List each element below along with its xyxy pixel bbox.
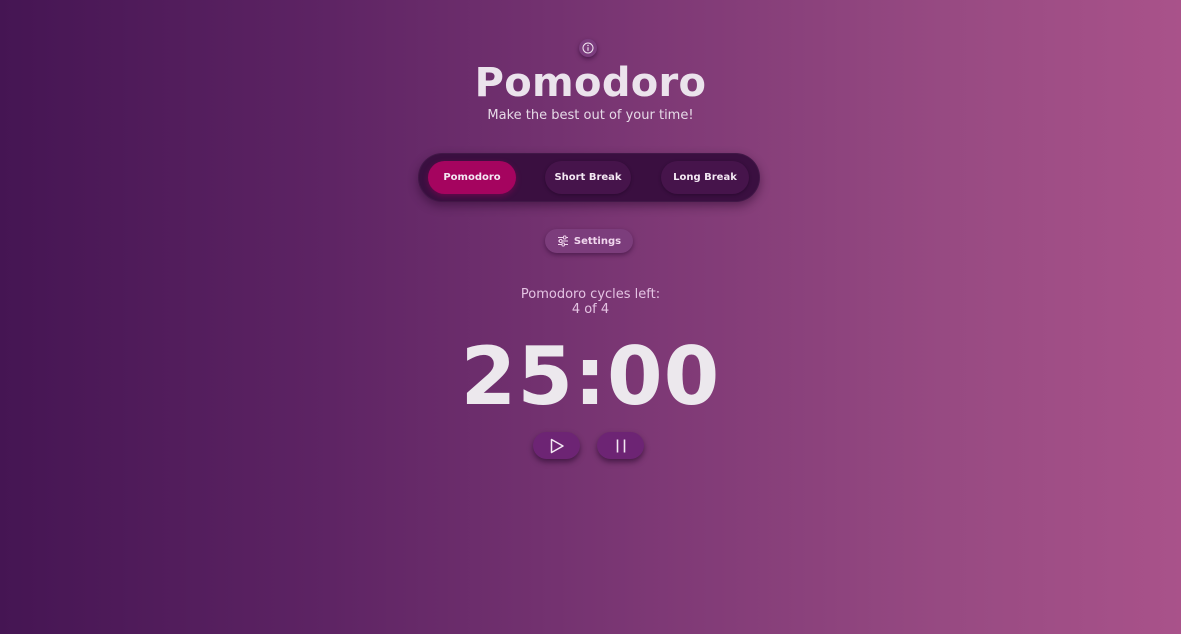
play-button[interactable] bbox=[533, 432, 580, 459]
mode-long-break-button[interactable]: Long Break bbox=[661, 161, 749, 194]
settings-label: Settings bbox=[573, 235, 622, 247]
cycles-label: Pomodoro cycles left: bbox=[520, 287, 661, 302]
mode-short-break-button[interactable]: Short Break bbox=[545, 161, 631, 194]
sliders-icon bbox=[557, 235, 568, 247]
pause-button[interactable] bbox=[597, 432, 644, 459]
mode-pomodoro-button[interactable]: Pomodoro bbox=[428, 161, 516, 194]
info-icon bbox=[582, 42, 594, 54]
settings-button[interactable]: Settings bbox=[545, 229, 633, 253]
app-subtitle: Make the best out of your time! bbox=[487, 108, 694, 123]
mode-selector: Pomodoro Short Break Long Break bbox=[418, 153, 760, 202]
app-title: Pomodoro bbox=[474, 60, 707, 106]
play-icon bbox=[550, 438, 564, 453]
cycles-count: 4 of 4 bbox=[571, 302, 610, 317]
info-button[interactable] bbox=[579, 39, 597, 57]
timer-display: 25:00 bbox=[460, 330, 721, 423]
pause-icon bbox=[616, 439, 625, 452]
